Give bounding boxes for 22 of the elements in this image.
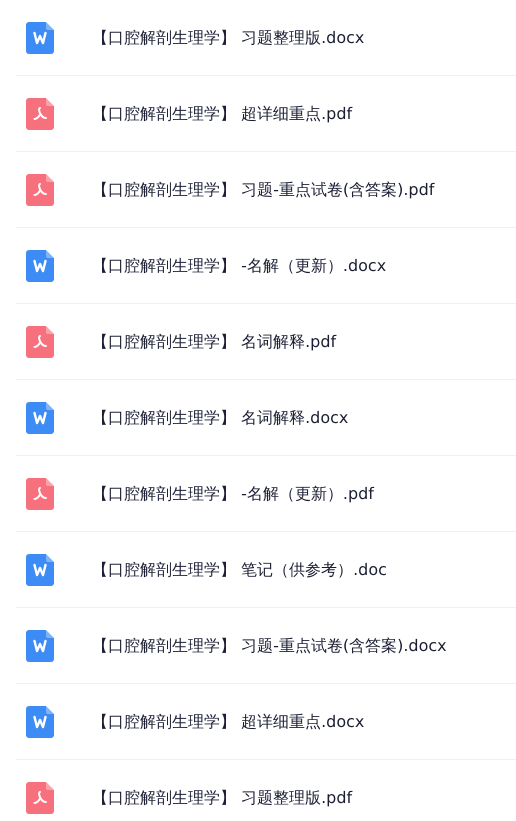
pdf-document-icon [26,478,54,510]
w-document-icon [26,250,54,282]
file-name[interactable]: 【口腔解剖生理学】 习题整理版.docx [92,26,364,50]
pdf-document-icon [26,782,54,814]
file-name[interactable]: 【口腔解剖生理学】 名词解释.pdf [92,330,336,354]
file-name[interactable]: 【口腔解剖生理学】 习题-重点试卷(含答案).pdf [92,178,434,202]
file-name[interactable]: 【口腔解剖生理学】 超详细重点.docx [92,710,364,734]
file-name[interactable]: 【口腔解剖生理学】 超详细重点.pdf [92,102,352,126]
file-name[interactable]: 【口腔解剖生理学】 笔记（供参考）.doc [92,558,387,582]
w-document-icon [26,630,54,662]
w-document-icon [26,706,54,738]
file-name[interactable]: 【口腔解剖生理学】 名词解释.docx [92,406,348,430]
pdf-document-icon [26,174,54,206]
file-name[interactable]: 【口腔解剖生理学】 -名解（更新）.docx [92,254,386,278]
pdf-document-icon [26,326,54,358]
file-name[interactable]: 【口腔解剖生理学】 -名解（更新）.pdf [92,482,374,506]
w-document-icon [26,554,54,586]
file-name[interactable]: 【口腔解剖生理学】 习题-重点试卷(含答案).docx [92,634,447,658]
w-document-icon [26,22,54,54]
file-name[interactable]: 【口腔解剖生理学】 习题整理版.pdf [92,786,352,810]
w-document-icon [26,402,54,434]
pdf-document-icon [26,98,54,130]
